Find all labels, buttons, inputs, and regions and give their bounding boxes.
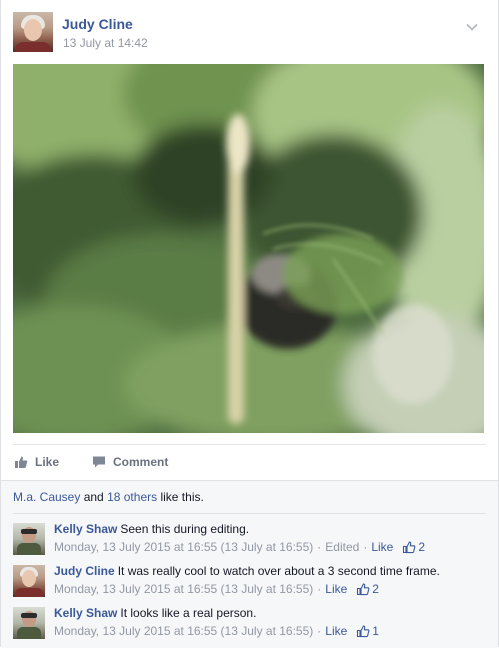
likes-suffix: like this. <box>160 490 204 504</box>
comment-text: It looks like a real person. <box>120 606 257 620</box>
likes-summary: M.a. Causey and 18 others like this. <box>13 490 204 504</box>
comment-meta: Monday, 13 July 2015 at 16:55 (13 July a… <box>54 624 379 638</box>
comment-time[interactable]: Monday, 13 July 2015 at 16:55 (13 July a… <box>54 540 313 554</box>
speech-bubble-icon <box>91 454 107 470</box>
comment-time[interactable]: Monday, 13 July 2015 at 16:55 (13 July a… <box>54 582 313 596</box>
post-timestamp[interactable]: 13 July at 14:42 <box>63 36 148 50</box>
comment-like-count[interactable]: 2 <box>402 540 425 554</box>
comment-body: Kelly Shaw Seen this during editing. <box>54 522 249 536</box>
comment-text: It was really cool to watch over about a… <box>117 564 440 578</box>
first-liker-link[interactable]: M.a. Causey <box>13 490 80 504</box>
comment-like-link[interactable]: Like <box>325 582 347 596</box>
commenter-avatar[interactable] <box>13 565 45 597</box>
like-label: Like <box>35 455 60 469</box>
commenter-avatar[interactable] <box>13 523 45 555</box>
comment-item: Judy Cline It was really cool to watch ov… <box>13 563 488 599</box>
comment-author[interactable]: Kelly Shaw <box>54 606 117 620</box>
comment-item: Kelly Shaw It looks like a real person. M… <box>13 605 488 641</box>
chevron-down-icon[interactable] <box>465 20 479 34</box>
post-card: Judy Cline 13 July at 14:42 Like Comment… <box>0 0 499 648</box>
post-actions: Like Comment <box>13 452 313 472</box>
comment-like-link[interactable]: Like <box>325 624 347 638</box>
post-header: Judy Cline 13 July at 14:42 <box>13 12 483 54</box>
others-liked-link[interactable]: 18 others <box>107 490 157 504</box>
thumbs-up-icon <box>13 454 29 470</box>
comment-meta: Monday, 13 July 2015 at 16:55 (13 July a… <box>54 582 379 596</box>
comment-meta: Monday, 13 July 2015 at 16:55 (13 July a… <box>54 540 426 554</box>
comment-item: Kelly Shaw Seen this during editing. Mond… <box>13 521 488 557</box>
feedback-section: M.a. Causey and 18 others like this. Kel… <box>1 480 498 648</box>
thumbs-up-icon <box>403 541 416 554</box>
comment-body: Kelly Shaw It looks like a real person. <box>54 606 256 620</box>
commenter-avatar[interactable] <box>13 607 45 639</box>
comment-label: Comment <box>113 455 169 469</box>
comment-like-count[interactable]: 2 <box>356 582 379 596</box>
comment-time[interactable]: Monday, 13 July 2015 at 16:55 (13 July a… <box>54 624 313 638</box>
likes-divider <box>13 513 486 514</box>
comment-button[interactable]: Comment <box>91 452 168 472</box>
comment-body: Judy Cline It was really cool to watch ov… <box>54 564 440 578</box>
thumbs-up-icon <box>357 583 370 596</box>
comment-author[interactable]: Judy Cline <box>54 564 115 578</box>
likes-and-text: and <box>83 490 104 504</box>
like-button[interactable]: Like <box>13 452 59 472</box>
author-avatar[interactable] <box>13 12 53 52</box>
comment-edited[interactable]: Edited <box>325 540 359 554</box>
author-name[interactable]: Judy Cline <box>62 16 133 32</box>
comment-author[interactable]: Kelly Shaw <box>54 522 117 536</box>
post-photo[interactable] <box>13 64 484 433</box>
comment-like-count[interactable]: 1 <box>356 624 379 638</box>
actions-divider <box>13 444 486 445</box>
comment-like-link[interactable]: Like <box>371 540 393 554</box>
thumbs-up-icon <box>357 625 370 638</box>
comment-text: Seen this during editing. <box>120 522 250 536</box>
